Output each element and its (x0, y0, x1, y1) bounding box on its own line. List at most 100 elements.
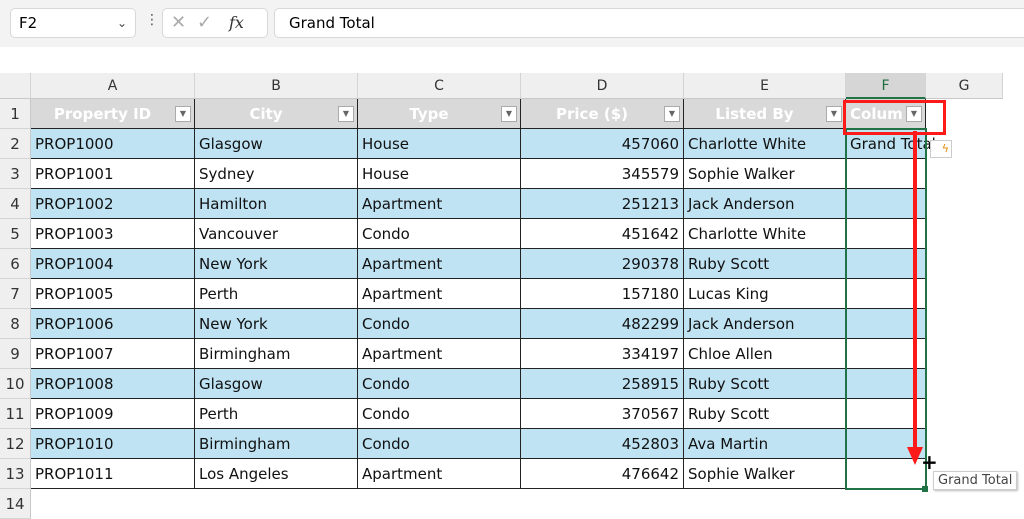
name-box[interactable]: F2 ⌄ (10, 8, 136, 38)
table-cell[interactable]: Jack Anderson (684, 189, 846, 219)
column-header-F[interactable]: F (846, 73, 926, 99)
table-cell[interactable]: PROP1005 (31, 279, 195, 309)
filter-dropdown-icon[interactable]: ▼ (501, 106, 517, 122)
row-header-11[interactable]: 11 (0, 399, 31, 429)
column-header-G[interactable]: G (926, 73, 1003, 99)
filter-dropdown-icon[interactable]: ▼ (175, 106, 191, 122)
table-cell[interactable]: Apartment (358, 249, 521, 279)
table-cell[interactable]: Charlotte White (684, 129, 846, 159)
column-header-B[interactable]: B (195, 73, 358, 99)
flash-fill-options-icon[interactable]: ϟ (930, 140, 952, 158)
select-all-corner[interactable] (0, 73, 31, 99)
cancel-icon[interactable]: ✕ (171, 9, 186, 37)
table-cell[interactable]: Ava Martin (684, 429, 846, 459)
row-header-5[interactable]: 5 (0, 219, 31, 249)
table-cell[interactable]: 452803 (521, 429, 684, 459)
table-header-cell[interactable]: Listed By ▼ (684, 99, 846, 129)
table-cell[interactable]: Condo (358, 309, 521, 339)
filter-dropdown-icon[interactable]: ▼ (338, 106, 354, 122)
table-cell[interactable]: PROP1009 (31, 399, 195, 429)
row-header-10[interactable]: 10 (0, 369, 31, 399)
table-cell[interactable]: PROP1008 (31, 369, 195, 399)
row-header-8[interactable]: 8 (0, 309, 31, 339)
table-cell[interactable]: Charlotte White (684, 219, 846, 249)
chevron-down-icon[interactable]: ⌄ (117, 9, 127, 37)
table-cell[interactable]: PROP1000 (31, 129, 195, 159)
enter-icon[interactable]: ✓ (197, 9, 212, 37)
table-cell[interactable]: Ruby Scott (684, 369, 846, 399)
row-header-2[interactable]: 2 (0, 129, 31, 159)
table-cell[interactable]: Chloe Allen (684, 339, 846, 369)
fx-icon[interactable]: fx (229, 9, 244, 37)
table-cell[interactable]: PROP1011 (31, 459, 195, 489)
column-header-A[interactable]: A (31, 73, 195, 99)
filter-dropdown-icon[interactable]: ▼ (664, 106, 680, 122)
table-cell[interactable]: Birmingham (195, 339, 358, 369)
table-cell[interactable]: Los Angeles (195, 459, 358, 489)
row-header-6[interactable]: 6 (0, 249, 31, 279)
table-cell[interactable]: Perth (195, 399, 358, 429)
table-cell[interactable]: PROP1001 (31, 159, 195, 189)
fill-handle[interactable] (922, 486, 928, 492)
table-header-cell[interactable]: Type ▼ (358, 99, 521, 129)
table-cell[interactable]: PROP1004 (31, 249, 195, 279)
table-header-cell[interactable]: Property ID ▼ (31, 99, 195, 129)
table-cell[interactable]: Hamilton (195, 189, 358, 219)
table-cell[interactable]: Apartment (358, 339, 521, 369)
table-cell[interactable]: 290378 (521, 249, 684, 279)
table-cell[interactable]: Condo (358, 429, 521, 459)
table-header-cell[interactable]: City ▼ (195, 99, 358, 129)
table-cell[interactable]: Sophie Walker (684, 159, 846, 189)
table-cell[interactable]: Ruby Scott (684, 249, 846, 279)
table-cell[interactable]: Apartment (358, 459, 521, 489)
table-cell[interactable]: PROP1010 (31, 429, 195, 459)
table-cell[interactable]: Ruby Scott (684, 399, 846, 429)
table-cell[interactable]: 251213 (521, 189, 684, 219)
table-header-cell[interactable]: Price ($) ▼ (521, 99, 684, 129)
table-cell[interactable]: Lucas King (684, 279, 846, 309)
table-cell[interactable]: Perth (195, 279, 358, 309)
more-icon[interactable]: ⋮ (145, 12, 159, 28)
table-cell[interactable]: Apartment (358, 189, 521, 219)
table-cell[interactable]: 451642 (521, 219, 684, 249)
spreadsheet-grid[interactable]: A B C D E F G 1 2 3 4 5 6 7 8 9 10 11 12 13 14 Property ID ▼ Ci… (0, 47, 1024, 519)
table-cell[interactable]: 258915 (521, 369, 684, 399)
table-cell[interactable]: New York (195, 309, 358, 339)
table-cell[interactable]: PROP1007 (31, 339, 195, 369)
column-header-C[interactable]: C (358, 73, 521, 99)
table-cell[interactable]: Condo (358, 399, 521, 429)
formula-input[interactable]: Grand Total (274, 8, 1024, 38)
table-cell[interactable]: Condo (358, 219, 521, 249)
table-cell[interactable]: 457060 (521, 129, 684, 159)
row-header-12[interactable]: 12 (0, 429, 31, 459)
row-header-7[interactable]: 7 (0, 279, 31, 309)
table-cell[interactable]: PROP1002 (31, 189, 195, 219)
table-cell[interactable]: PROP1003 (31, 219, 195, 249)
table-cell[interactable]: Jack Anderson (684, 309, 846, 339)
table-cell[interactable]: 482299 (521, 309, 684, 339)
table-cell[interactable]: Sophie Walker (684, 459, 846, 489)
row-header-3[interactable]: 3 (0, 159, 31, 189)
column-header-D[interactable]: D (521, 73, 684, 99)
table-cell[interactable]: Birmingham (195, 429, 358, 459)
table-cell[interactable]: 334197 (521, 339, 684, 369)
row-header-4[interactable]: 4 (0, 189, 31, 219)
table-cell[interactable]: PROP1006 (31, 309, 195, 339)
row-header-9[interactable]: 9 (0, 339, 31, 369)
row-header-1[interactable]: 1 (0, 99, 31, 129)
table-cell[interactable]: 370567 (521, 399, 684, 429)
table-cell[interactable]: Apartment (358, 279, 521, 309)
filter-dropdown-icon[interactable]: ▼ (826, 106, 842, 122)
table-cell[interactable]: Glasgow (195, 129, 358, 159)
table-cell[interactable]: 345579 (521, 159, 684, 189)
table-cell[interactable]: Vancouver (195, 219, 358, 249)
table-cell[interactable]: Sydney (195, 159, 358, 189)
row-header-14[interactable]: 14 (0, 489, 31, 519)
table-cell[interactable]: 157180 (521, 279, 684, 309)
row-header-13[interactable]: 13 (0, 459, 31, 489)
table-cell[interactable]: 476642 (521, 459, 684, 489)
table-cell[interactable]: House (358, 159, 521, 189)
column-header-E[interactable]: E (684, 73, 846, 99)
table-cell[interactable]: Glasgow (195, 369, 358, 399)
table-cell[interactable]: New York (195, 249, 358, 279)
